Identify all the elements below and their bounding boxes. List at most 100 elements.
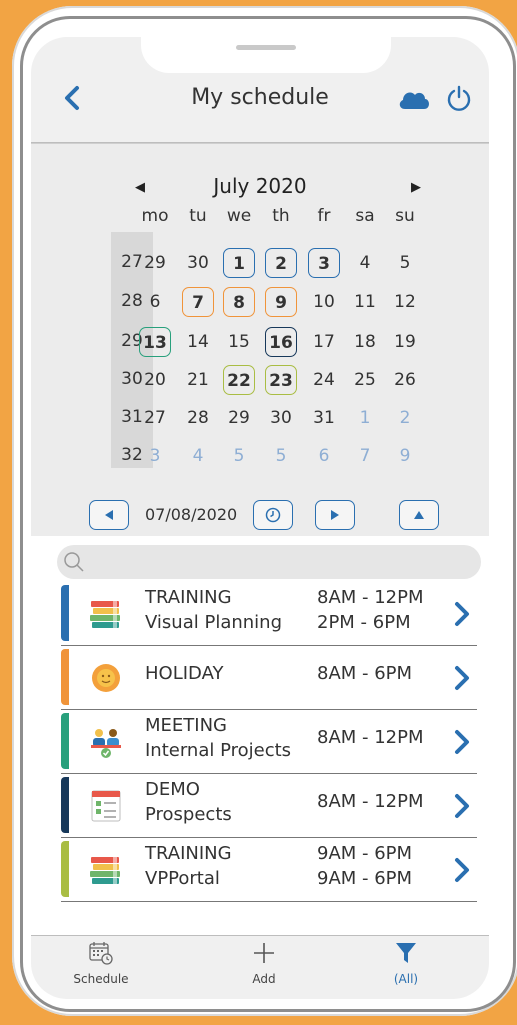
list-divider <box>61 837 477 838</box>
chevron-right-icon[interactable] <box>453 665 471 691</box>
event-time: 9AM - 6PM <box>317 843 413 864</box>
event-time: 8AM - 6PM <box>317 663 413 684</box>
notch-speaker <box>236 45 296 50</box>
calendar-day[interactable]: 5 <box>265 441 297 471</box>
prev-day-button[interactable] <box>89 500 129 530</box>
calendar-day[interactable]: 24 <box>308 365 340 395</box>
calendar-day[interactable]: 7 <box>182 287 214 317</box>
calendar-day[interactable]: 9 <box>265 287 297 317</box>
calendar-day[interactable]: 22 <box>223 365 255 395</box>
triangle-left-icon <box>105 510 113 520</box>
calendar-day[interactable]: 25 <box>349 365 381 395</box>
calendar-day[interactable]: 11 <box>349 287 381 317</box>
books-icon <box>87 851 125 889</box>
event-subtitle: Internal Projects <box>145 740 292 761</box>
calendar-day[interactable]: 21 <box>182 365 214 395</box>
search-input[interactable] <box>57 545 481 579</box>
chevron-right-icon[interactable] <box>453 793 471 819</box>
cloud-sync-icon[interactable] <box>397 87 431 111</box>
weekday-header-su: su <box>395 206 415 226</box>
event-subtitle: Visual Planning <box>145 612 282 633</box>
calendar-day[interactable]: 8 <box>223 287 255 317</box>
calendar-day[interactable]: 6 <box>308 441 340 471</box>
calendar-day[interactable]: 3 <box>139 441 171 471</box>
tab-schedule[interactable]: Schedule <box>51 940 151 986</box>
chevron-right-icon[interactable] <box>453 857 471 883</box>
power-icon[interactable] <box>446 85 472 111</box>
calendar-day[interactable]: 15 <box>223 327 255 357</box>
chevron-right-icon[interactable] <box>453 601 471 627</box>
calendar-day[interactable]: 9 <box>389 441 421 471</box>
calendar-day[interactable]: 14 <box>182 327 214 357</box>
calendar-day[interactable]: 12 <box>389 287 421 317</box>
triangle-right-icon <box>331 510 339 520</box>
calendar-day[interactable]: 30 <box>182 248 214 278</box>
collapse-calendar-button[interactable] <box>399 500 439 530</box>
search-icon <box>64 552 84 572</box>
checklist-icon <box>87 787 125 825</box>
calendar-day[interactable]: 29 <box>139 248 171 278</box>
event-type: TRAINING <box>145 587 232 608</box>
calendar-day[interactable]: 19 <box>389 327 421 357</box>
calendar-day[interactable]: 18 <box>349 327 381 357</box>
event-color-bar <box>61 777 69 833</box>
today-button[interactable] <box>253 500 293 530</box>
calendar-day[interactable]: 28 <box>182 403 214 433</box>
event-time-secondary: 9AM - 6PM <box>317 868 413 889</box>
next-day-button[interactable] <box>315 500 355 530</box>
meeting-icon <box>87 723 125 761</box>
calendar-day[interactable]: 1 <box>223 248 255 278</box>
calendar-day[interactable]: 30 <box>265 403 297 433</box>
calendar-day[interactable]: 3 <box>308 248 340 278</box>
event-color-bar <box>61 841 69 897</box>
event-color-bar <box>61 713 69 769</box>
event-type: TRAINING <box>145 843 232 864</box>
event-type: HOLIDAY <box>145 663 224 684</box>
event-list-item[interactable]: HOLIDAY 8AM - 6PM <box>61 649 475 709</box>
event-list-item[interactable]: TRAINING Visual Planning 8AM - 12PM 2PM - 6… <box>61 585 475 645</box>
calendar-day[interactable]: 17 <box>308 327 340 357</box>
tab-add[interactable]: Add <box>214 940 314 986</box>
calendar-day[interactable]: 31 <box>308 403 340 433</box>
calendar-day[interactable]: 10 <box>308 287 340 317</box>
app-screen: My schedule ◀ July 2020 ▶ mo tu we th fr sa su… <box>31 37 489 999</box>
list-divider <box>61 901 477 902</box>
tab-filter[interactable]: (All) <box>356 940 456 986</box>
calendar-day[interactable]: 26 <box>389 365 421 395</box>
calendar-day[interactable]: 6 <box>139 287 171 317</box>
event-list-item[interactable]: DEMO Prospects 8AM - 12PM <box>61 777 475 837</box>
chevron-right-icon[interactable] <box>453 729 471 755</box>
event-time-secondary: 2PM - 6PM <box>317 612 411 633</box>
calendar-day[interactable]: 4 <box>349 248 381 278</box>
list-divider <box>61 645 477 646</box>
calendar-day[interactable]: 13 <box>139 327 171 357</box>
calendar-day[interactable]: 5 <box>389 248 421 278</box>
event-list-item[interactable]: MEETING Internal Projects 8AM - 12PM <box>61 713 475 773</box>
calendar-day[interactable]: 7 <box>349 441 381 471</box>
weekday-header-fr: fr <box>317 206 331 226</box>
event-color-bar <box>61 649 69 705</box>
calendar-day[interactable]: 16 <box>265 327 297 357</box>
calendar-clock-icon <box>89 942 113 965</box>
event-time: 8AM - 12PM <box>317 791 424 812</box>
calendar-day[interactable]: 29 <box>223 403 255 433</box>
calendar-day[interactable]: 5 <box>223 441 255 471</box>
next-month-icon[interactable]: ▶ <box>411 180 421 195</box>
event-type: DEMO <box>145 779 200 800</box>
calendar-day[interactable]: 4 <box>182 441 214 471</box>
calendar-day[interactable]: 27 <box>139 403 171 433</box>
calendar-day[interactable]: 2 <box>265 248 297 278</box>
event-subtitle: Prospects <box>145 804 232 825</box>
calendar-day[interactable]: 2 <box>389 403 421 433</box>
event-time: 8AM - 12PM <box>317 727 424 748</box>
calendar-day[interactable]: 23 <box>265 365 297 395</box>
phone-notch <box>141 37 391 73</box>
event-list-item[interactable]: TRAINING VPPortal 9AM - 6PM 9AM - 6PM <box>61 841 475 901</box>
calendar-day[interactable]: 1 <box>349 403 381 433</box>
plus-icon <box>254 943 274 963</box>
bottom-tab-bar: Schedule Add (All) <box>31 935 489 999</box>
calendar-panel: ◀ July 2020 ▶ mo tu we th fr sa su 27 29 30 1 2 3 4 5… <box>31 143 489 536</box>
calendar-day[interactable]: 20 <box>139 365 171 395</box>
triangle-up-icon <box>414 511 424 519</box>
sun-icon <box>87 659 125 697</box>
